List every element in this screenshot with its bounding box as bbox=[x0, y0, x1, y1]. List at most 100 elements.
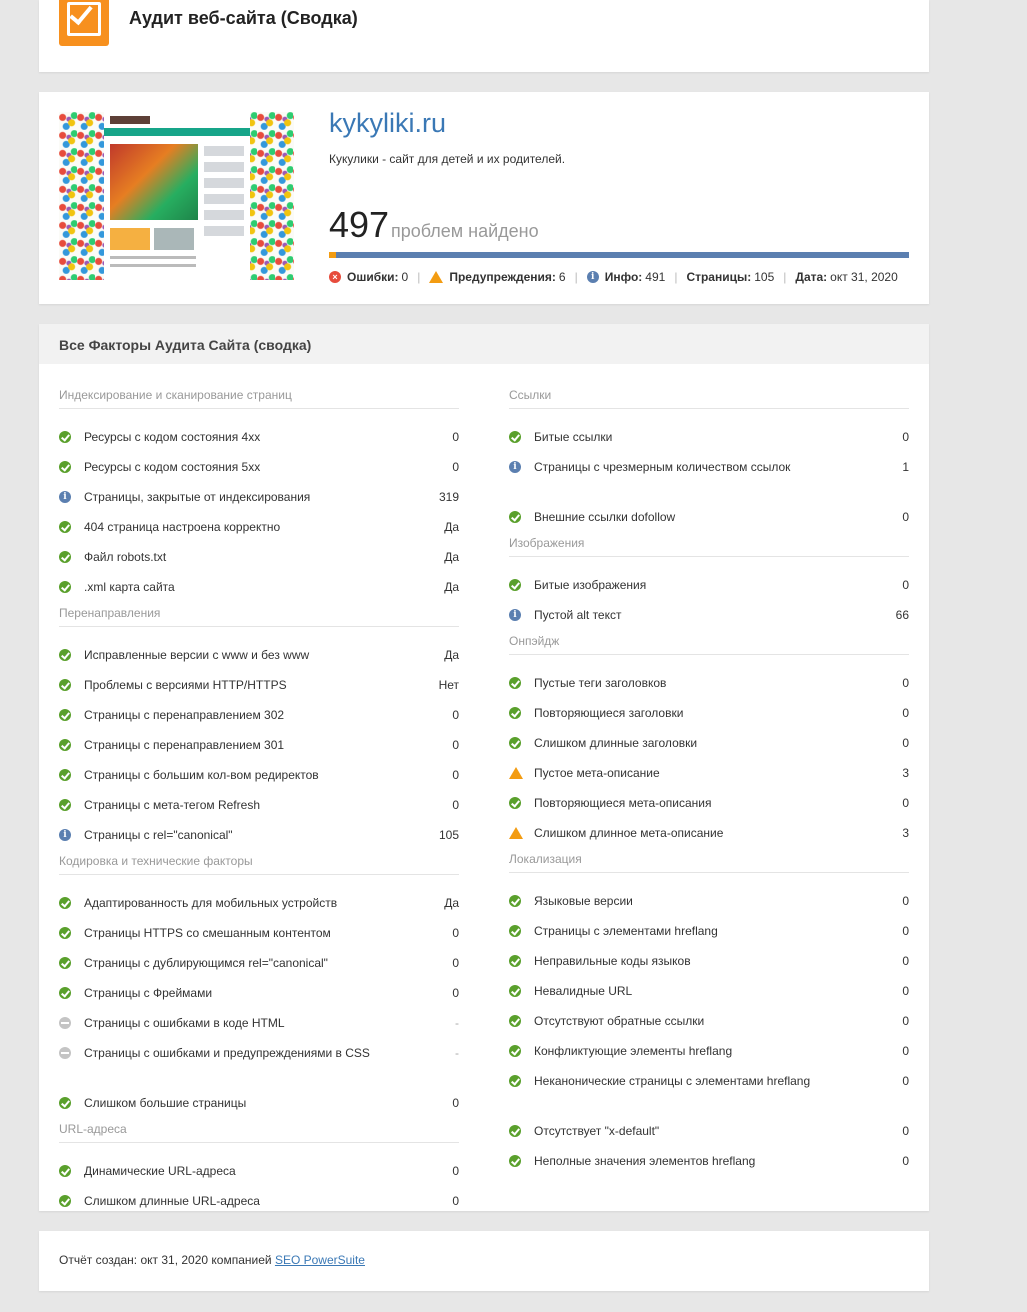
site-summary: kykyliki.ru Кукулики - сайт для детей и … bbox=[39, 92, 929, 304]
factor-row: Конфликтующие элементы hreflang 0 bbox=[509, 1041, 909, 1061]
factor-label: Конфликтующие элементы hreflang bbox=[534, 1044, 733, 1058]
check-circle-icon bbox=[59, 679, 71, 691]
disabled-icon bbox=[59, 1017, 71, 1029]
factor-label: Повторяющиеся заголовки bbox=[534, 706, 684, 720]
factors-title: Все Факторы Аудита Сайта (сводка) bbox=[59, 337, 312, 353]
factor-label: Битые ссылки bbox=[534, 430, 613, 444]
factor-row: Страницы с rel="canonical" 105 bbox=[59, 825, 459, 845]
factor-row: Слишком длинное мета-описание 3 bbox=[509, 823, 909, 843]
factor-label: Слишком длинные заголовки bbox=[534, 736, 698, 750]
check-circle-icon bbox=[59, 739, 71, 751]
check-circle-icon bbox=[509, 895, 521, 907]
factor-row: Ресурсы с кодом состояния 4xx 0 bbox=[59, 427, 459, 447]
factor-value: 0 bbox=[902, 510, 909, 524]
check-circle-icon bbox=[59, 581, 71, 593]
check-circle-icon bbox=[509, 1155, 521, 1167]
factor-value: Да bbox=[444, 896, 459, 910]
check-circle-icon bbox=[59, 897, 71, 909]
info-label: Инфо: bbox=[604, 270, 643, 284]
report-header: Аудит веб-сайта (Сводка) bbox=[39, 0, 929, 72]
check-circle-icon bbox=[509, 985, 521, 997]
factor-row: Страницы с мета-тегом Refresh 0 bbox=[59, 795, 459, 815]
factor-row: Страницы с ошибками и предупреждениями в… bbox=[59, 1043, 459, 1063]
section-title: Ссылки bbox=[509, 388, 909, 409]
factor-label: Страницы с перенаправлением 302 bbox=[84, 708, 285, 722]
factor-label: Страницы с ошибками и предупреждениями в… bbox=[84, 1046, 370, 1060]
factor-value: 0 bbox=[452, 768, 459, 782]
factor-value: 0 bbox=[452, 1194, 459, 1208]
factor-value: - bbox=[455, 1016, 459, 1030]
factor-label: Страницы с ошибками в коде HTML bbox=[84, 1016, 285, 1030]
factor-value: 0 bbox=[452, 926, 459, 940]
factor-label: Ресурсы с кодом состояния 5xx bbox=[84, 460, 261, 474]
factor-row: Страницы с Фреймами 0 bbox=[59, 983, 459, 1003]
factor-row: .xml карта сайта Да bbox=[59, 577, 459, 597]
issues-label: проблем найдено bbox=[391, 221, 539, 241]
factor-row: Отсутствует "x-default" 0 bbox=[509, 1121, 909, 1141]
factor-value: 0 bbox=[902, 736, 909, 750]
seo-powersuite-link[interactable]: SEO PowerSuite bbox=[275, 1253, 365, 1267]
factor-label: Страницы, закрытые от индексирования bbox=[84, 490, 311, 504]
factor-value: Да bbox=[444, 580, 459, 594]
factor-label: Неправильные коды языков bbox=[534, 954, 691, 968]
factor-label: Слишком длинное мета-описание bbox=[534, 826, 724, 840]
footer-text: Отчёт создан: окт 31, 2020 компанией SEO… bbox=[59, 1253, 365, 1267]
warning-icon bbox=[509, 827, 523, 839]
check-circle-icon bbox=[509, 955, 521, 967]
factor-label: Языковые версии bbox=[534, 894, 633, 908]
factor-label: Слишком длинные URL-адреса bbox=[84, 1194, 260, 1208]
factor-value: 0 bbox=[452, 738, 459, 752]
factor-row: Битые изображения 0 bbox=[509, 575, 909, 595]
errors-label: Ошибки: bbox=[347, 270, 399, 284]
section-title: URL-адреса bbox=[59, 1122, 459, 1143]
factor-label: Страницы с дублирующимся rel="canonical" bbox=[84, 956, 328, 970]
info-value: 491 bbox=[645, 270, 666, 284]
factor-value: Нет bbox=[438, 678, 459, 692]
issues-stats: × Ошибки: 0 | Предупреждения: 6 | i Инфо… bbox=[329, 270, 898, 284]
factor-row: Невалидные URL 0 bbox=[509, 981, 909, 1001]
factor-row: Страницы с дублирующимся rel="canonical"… bbox=[59, 953, 459, 973]
errors-value: 0 bbox=[401, 270, 409, 284]
factor-value: Да bbox=[444, 648, 459, 662]
check-circle-icon bbox=[509, 431, 521, 443]
factor-label: Битые изображения bbox=[534, 578, 647, 592]
factor-label: Неполные значения элементов hreflang bbox=[534, 1154, 756, 1168]
check-circle-icon bbox=[509, 1045, 521, 1057]
factor-value: 0 bbox=[902, 1154, 909, 1168]
factor-row: Пустое мета-описание 3 bbox=[509, 763, 909, 783]
factor-label: Отсутствует "x-default" bbox=[534, 1124, 660, 1138]
check-circle-icon bbox=[59, 551, 71, 563]
factor-value: 1 bbox=[902, 460, 909, 474]
factor-row: Динамические URL-адреса 0 bbox=[59, 1161, 459, 1181]
factor-label: Страницы с чрезмерным количеством ссылок bbox=[534, 460, 791, 474]
factor-value: 0 bbox=[902, 1074, 909, 1088]
section-title: Кодировка и технические факторы bbox=[59, 854, 459, 875]
factor-value: 0 bbox=[902, 676, 909, 690]
warning-icon bbox=[509, 767, 523, 779]
factor-label: Исправленные версии с www и без www bbox=[84, 648, 310, 662]
factor-label: Страницы с rel="canonical" bbox=[84, 828, 233, 842]
factor-value: 0 bbox=[902, 1044, 909, 1058]
factor-label: Слишком большие страницы bbox=[84, 1096, 247, 1110]
factor-label: Повторяющиеся мета-описания bbox=[534, 796, 712, 810]
factor-label: Страницы HTTPS со смешанным контентом bbox=[84, 926, 331, 940]
warnings-value: 6 bbox=[558, 270, 566, 284]
factor-row: Исправленные версии с www и без www Да bbox=[59, 645, 459, 665]
factor-value: 105 bbox=[438, 828, 459, 842]
issues-count: 497 bbox=[329, 204, 390, 245]
check-circle-icon bbox=[59, 461, 71, 473]
factor-label: .xml карта сайта bbox=[84, 580, 175, 594]
factor-value: Да bbox=[444, 550, 459, 564]
check-circle-icon bbox=[59, 927, 71, 939]
factor-value: 0 bbox=[902, 894, 909, 908]
factor-value: 0 bbox=[902, 1014, 909, 1028]
factor-label: Пустой alt текст bbox=[534, 608, 622, 622]
factor-label: Невалидные URL bbox=[534, 984, 633, 998]
factor-value: 0 bbox=[902, 706, 909, 720]
check-circle-icon bbox=[59, 521, 71, 533]
factor-value: 0 bbox=[452, 460, 459, 474]
check-circle-icon bbox=[59, 1097, 71, 1109]
check-circle-icon bbox=[509, 1075, 521, 1087]
factor-row: Неправильные коды языков 0 bbox=[509, 951, 909, 971]
warnings-label: Предупреждения: bbox=[449, 270, 556, 284]
